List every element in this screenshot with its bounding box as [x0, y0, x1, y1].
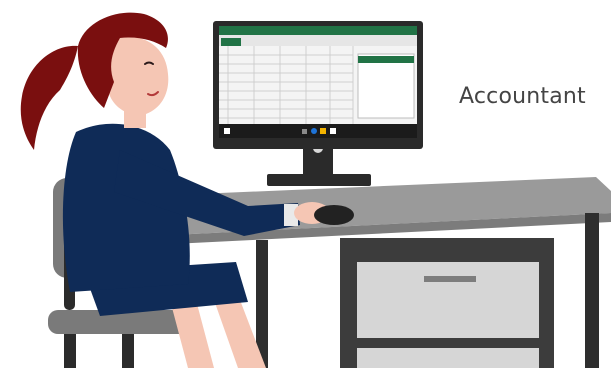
desk-leg-right [585, 213, 599, 368]
side-panel-header [358, 56, 414, 63]
folder-icon [320, 128, 326, 134]
chair-leg-left [64, 334, 76, 368]
store-icon [330, 128, 336, 134]
edge-icon [311, 128, 317, 134]
drawer-top [357, 262, 539, 338]
chair-leg-right [122, 334, 134, 368]
accountant-illustration [20, 12, 611, 368]
drawer-top-handle [424, 276, 476, 282]
taskbar [219, 124, 417, 138]
role-caption: Accountant [459, 84, 586, 109]
computer-mouse [314, 205, 354, 225]
search-icon [302, 129, 307, 134]
spreadsheet-ribbon [219, 26, 417, 35]
side-panel [357, 53, 415, 119]
monitor [213, 21, 423, 186]
start-icon [224, 128, 230, 134]
hair-ponytail [20, 45, 78, 150]
spreadsheet-active-tab [221, 38, 241, 46]
drawer-bottom [357, 348, 539, 368]
face [108, 37, 169, 115]
spreadsheet-toolbar [219, 35, 417, 46]
